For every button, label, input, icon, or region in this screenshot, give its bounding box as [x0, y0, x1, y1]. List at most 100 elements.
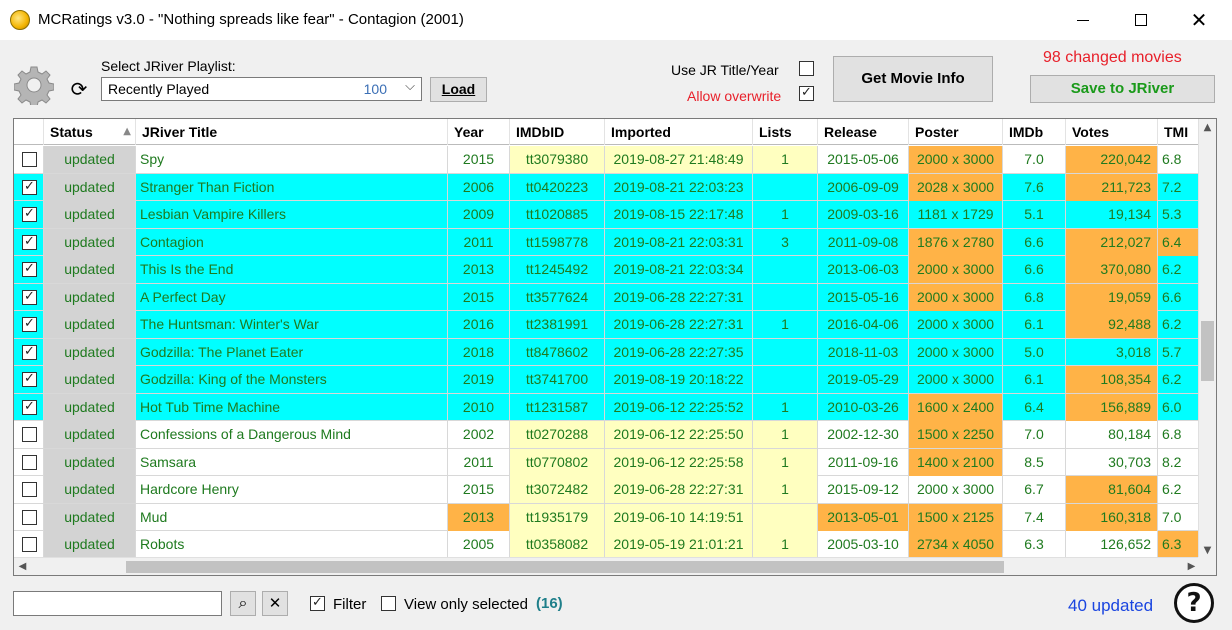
vertical-scrollbar[interactable]: ▲ ▼ [1198, 119, 1216, 559]
allow-overwrite-checkbox[interactable]: ✓ [799, 86, 814, 101]
row-checkbox[interactable] [22, 152, 37, 167]
cell-title: Mud [136, 503, 448, 531]
row-checkbox[interactable]: ✓ [22, 262, 37, 277]
row-checkbox[interactable] [22, 537, 37, 552]
cell-poster: 1876 x 2780 [909, 228, 1003, 256]
playlist-dropdown[interactable]: Recently Played 100 ⌵ [101, 77, 422, 101]
minimize-button[interactable] [1060, 0, 1106, 40]
column-header-imdbid[interactable]: IMDbID [510, 119, 605, 145]
close-button[interactable]: ✕ [1176, 0, 1222, 40]
vertical-scroll-thumb[interactable] [1201, 321, 1214, 381]
table-row[interactable]: ✓ updated This Is the End 2013 tt1245492 2019… [14, 256, 1208, 284]
scroll-up-icon[interactable]: ▲ [1199, 119, 1216, 136]
chevron-down-icon: ⌵ [405, 79, 415, 94]
cell-imdb: 6.1 [1003, 311, 1066, 338]
help-button[interactable]: ? [1174, 583, 1214, 623]
cell-status: updated [44, 201, 136, 228]
cell-votes: 80,184 [1066, 421, 1158, 448]
use-jr-title-label: Use JR Title/Year [671, 62, 779, 78]
cell-poster: 1181 x 1729 [909, 201, 1003, 228]
cell-imdbid: tt8478602 [510, 338, 605, 366]
row-checkbox[interactable]: ✓ [22, 372, 37, 387]
cell-status: updated [44, 476, 136, 503]
cell-title: Godzilla: King of the Monsters [136, 366, 448, 393]
use-jr-title-checkbox[interactable] [799, 61, 814, 76]
horizontal-scroll-thumb[interactable] [126, 561, 1004, 573]
cell-votes: 160,318 [1066, 503, 1158, 531]
table-row[interactable]: updated Spy 2015 tt3079380 2019-08-27 21:48:… [14, 146, 1208, 174]
cell-imdbid: tt1245492 [510, 256, 605, 283]
cell-release: 2011-09-16 [818, 448, 909, 476]
filter-checkbox[interactable]: ✓ [310, 596, 325, 611]
row-checkbox[interactable] [22, 509, 37, 525]
close-icon[interactable]: ✕ [262, 591, 288, 616]
table-row[interactable]: updated Samsara 2011 tt0770802 2019-06-12 22… [14, 448, 1208, 476]
table-row[interactable]: ✓ updated A Perfect Day 2015 tt3577624 2019-0… [14, 283, 1208, 311]
row-select-cell [14, 448, 44, 476]
column-header-status[interactable]: Status ▲ [44, 119, 136, 145]
row-checkbox[interactable]: ✓ [22, 207, 37, 222]
cell-year: 2013 [448, 256, 510, 283]
cell-imdbid: tt0270288 [510, 421, 605, 448]
cell-votes: 30,703 [1066, 448, 1158, 476]
table-row[interactable]: ✓ updated Godzilla: The Planet Eater 2018 tt… [14, 338, 1208, 366]
refresh-icon[interactable]: ⟳ [68, 78, 90, 100]
maximize-button[interactable] [1118, 0, 1164, 40]
column-header-title[interactable]: JRiver Title [136, 119, 448, 145]
horizontal-scrollbar[interactable]: ◀ ▶ [14, 557, 1200, 575]
search-icon[interactable]: ⌕ [230, 591, 256, 616]
cell-imdbid: tt1020885 [510, 201, 605, 228]
row-checkbox[interactable]: ✓ [22, 234, 37, 250]
column-header-imported[interactable]: Imported [605, 119, 753, 145]
gear-icon[interactable] [14, 65, 54, 105]
load-button[interactable]: Load [430, 77, 487, 102]
row-checkbox[interactable]: ✓ [22, 399, 37, 415]
row-select-cell: ✓ [14, 283, 44, 311]
playlist-value: Recently Played [108, 81, 210, 97]
save-to-jriver-button[interactable]: Save to JRiver [1030, 75, 1215, 103]
row-checkbox[interactable]: ✓ [22, 317, 37, 332]
column-header-release[interactable]: Release [818, 119, 909, 145]
row-checkbox[interactable]: ✓ [22, 289, 37, 305]
column-header-year[interactable]: Year [448, 119, 510, 145]
column-header-votes[interactable]: Votes [1066, 119, 1158, 145]
cell-imdbid: tt3741700 [510, 366, 605, 393]
cell-year: 2011 [448, 448, 510, 476]
column-header-select[interactable] [14, 119, 44, 145]
table-row[interactable]: ✓ updated The Huntsman: Winter's War 2016 tt… [14, 311, 1208, 339]
column-header-poster[interactable]: Poster [909, 119, 1003, 145]
row-checkbox[interactable] [22, 427, 37, 442]
cell-imported: 2019-06-28 22:27:31 [605, 311, 753, 338]
table-row[interactable]: updated Robots 2005 tt0358082 2019-05-19 21:… [14, 531, 1208, 559]
cell-imported: 2019-06-28 22:27:31 [605, 283, 753, 311]
search-input[interactable] [13, 591, 222, 616]
column-header-imdb[interactable]: IMDb [1003, 119, 1066, 145]
cell-imdb: 7.4 [1003, 503, 1066, 531]
table-row[interactable]: ✓ updated Stranger Than Fiction 2006 tt04202… [14, 173, 1208, 201]
view-only-selected-checkbox[interactable] [381, 596, 396, 611]
row-checkbox[interactable] [22, 482, 37, 497]
cell-imported: 2019-08-21 22:03:23 [605, 173, 753, 201]
table-row[interactable]: ✓ updated Godzilla: King of the Monsters 20… [14, 366, 1208, 394]
cell-votes: 211,723 [1066, 173, 1158, 201]
table-row[interactable]: ✓ updated Lesbian Vampire Killers 2009 tt102… [14, 201, 1208, 229]
row-select-cell [14, 421, 44, 448]
table-row[interactable]: ✓ updated Contagion 2011 tt1598778 2019-08-21… [14, 228, 1208, 256]
cell-imdb: 7.0 [1003, 421, 1066, 448]
table-row[interactable]: ✓ updated Hot Tub Time Machine 2010 tt123158… [14, 393, 1208, 421]
cell-imdbid: tt0420223 [510, 173, 605, 201]
cell-release: 2018-11-03 [818, 338, 909, 366]
movies-grid[interactable]: Status ▲ JRiver Title Year IMDbID Imported Lis… [13, 118, 1217, 576]
row-checkbox[interactable]: ✓ [22, 344, 37, 360]
column-header-lists[interactable]: Lists [753, 119, 818, 145]
table-row[interactable]: updated Confessions of a Dangerous Mind 20… [14, 421, 1208, 449]
row-checkbox[interactable]: ✓ [22, 179, 37, 195]
get-movie-info-button[interactable]: Get Movie Info [833, 56, 993, 102]
cell-title: Lesbian Vampire Killers [136, 201, 448, 228]
cell-lists [753, 256, 818, 283]
table-row[interactable]: updated Hardcore Henry 2015 tt3072482 2019-0… [14, 476, 1208, 504]
scroll-left-icon[interactable]: ◀ [14, 558, 31, 575]
table-row[interactable]: updated Mud 2013 tt1935179 2019-06-10 14:19:… [14, 503, 1208, 531]
row-checkbox[interactable] [22, 454, 37, 470]
cell-release: 2002-12-30 [818, 421, 909, 448]
